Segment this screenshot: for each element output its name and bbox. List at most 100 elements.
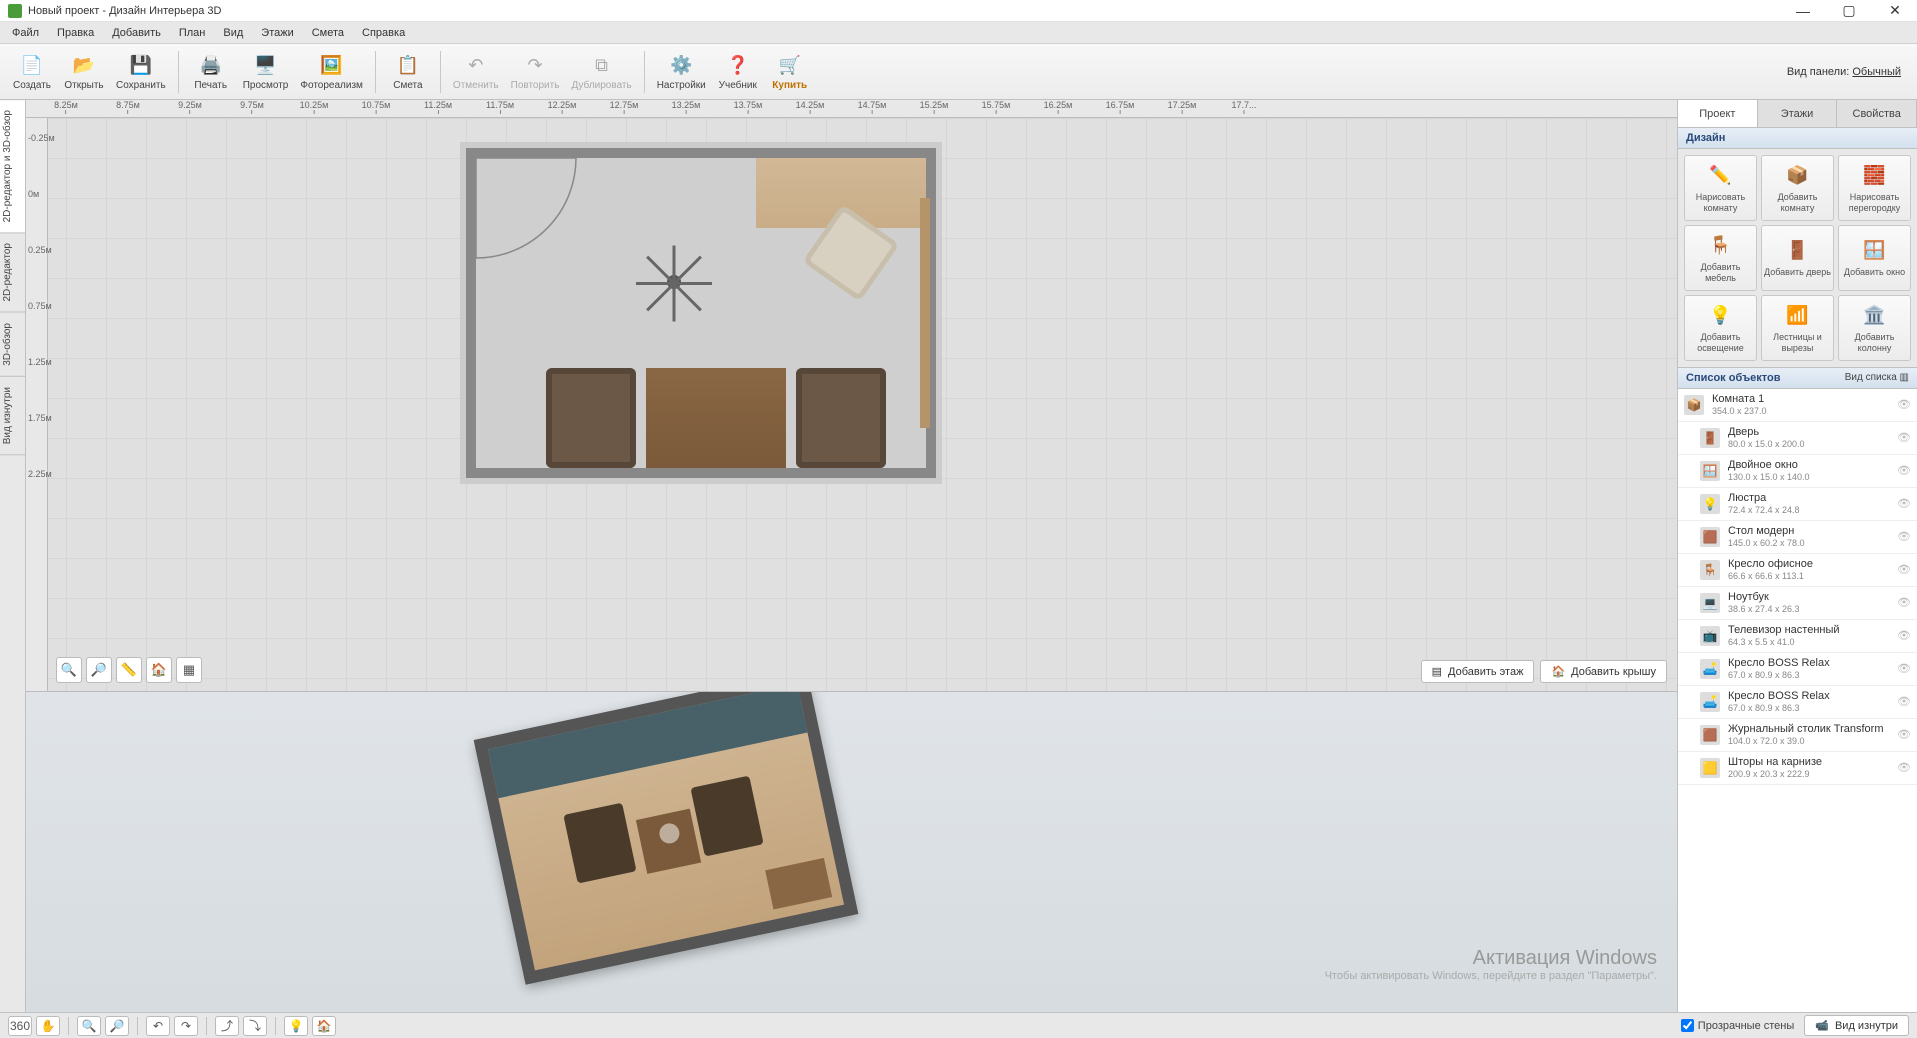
- visibility-eye-icon[interactable]: 👁: [1897, 563, 1911, 577]
- object-list-item[interactable]: 🛋️ Кресло BOSS Relax 67.0 x 80.9 x 86.3 …: [1678, 686, 1917, 719]
- close-button[interactable]: ✕: [1881, 1, 1909, 21]
- rotate-360-button[interactable]: 360: [8, 1016, 32, 1036]
- transparent-walls-checkbox[interactable]: Прозрачные стены: [1681, 1019, 1794, 1032]
- create-button[interactable]: 📄Создать: [6, 47, 58, 97]
- visibility-eye-icon[interactable]: 👁: [1897, 695, 1911, 709]
- zoom-in-3d-button[interactable]: 🔎: [105, 1016, 129, 1036]
- visibility-eye-icon[interactable]: 👁: [1897, 761, 1911, 775]
- zoom-out-button[interactable]: 🔍: [56, 657, 82, 683]
- object-list-item[interactable]: 💡 Люстра 72.4 x 72.4 x 24.8 👁: [1678, 488, 1917, 521]
- add-furniture-button[interactable]: 🪑Добавить мебель: [1684, 225, 1757, 291]
- menu-plan[interactable]: План: [171, 25, 214, 41]
- object-list-item[interactable]: 📺 Телевизор настенный 64.3 x 5.5 x 41.0 …: [1678, 620, 1917, 653]
- object-list-item[interactable]: 🛋️ Кресло BOSS Relax 67.0 x 80.9 x 86.3 …: [1678, 653, 1917, 686]
- menu-add[interactable]: Добавить: [104, 25, 169, 41]
- redo-button[interactable]: ↷Повторить: [505, 47, 566, 97]
- add-column-button[interactable]: 🏛️Добавить колонну: [1838, 295, 1911, 361]
- vtab-2d[interactable]: 2D-редактор: [0, 233, 25, 313]
- duplicate-button[interactable]: ⧉Дублировать: [565, 47, 637, 97]
- vtab-2d3d[interactable]: 2D-редактор и 3D-обзор: [0, 100, 25, 233]
- menu-view[interactable]: Вид: [215, 25, 251, 41]
- visibility-eye-icon[interactable]: 👁: [1897, 728, 1911, 742]
- object-list-item[interactable]: 🚪 Дверь 80.0 x 15.0 x 200.0 👁: [1678, 422, 1917, 455]
- panel-mode-link[interactable]: Обычный: [1852, 66, 1901, 78]
- tab-project[interactable]: Проект: [1678, 100, 1758, 127]
- object-list-item[interactable]: 🟫 Журнальный столик Transform 104.0 x 72…: [1678, 719, 1917, 752]
- visibility-eye-icon[interactable]: 👁: [1897, 431, 1911, 445]
- chandelier[interactable]: [634, 242, 714, 322]
- view2d-tools: 🔍 🔎 📏 🏠 ▦: [56, 657, 202, 683]
- visibility-eye-icon[interactable]: 👁: [1897, 662, 1911, 676]
- vtab-3d[interactable]: 3D-обзор: [0, 313, 25, 377]
- textbook-button[interactable]: ❓Учебник: [712, 47, 764, 97]
- draw-room-button[interactable]: ✏️Нарисовать комнату: [1684, 155, 1757, 221]
- draw-partition-button[interactable]: 🧱Нарисовать перегородку: [1838, 155, 1911, 221]
- object-list-item[interactable]: 🪟 Двойное окно 130.0 x 15.0 x 140.0 👁: [1678, 455, 1917, 488]
- add-room-button[interactable]: 📦Добавить комнату: [1761, 155, 1834, 221]
- rotate-ccw-button[interactable]: ↶: [146, 1016, 170, 1036]
- folder-open-icon: 📂: [71, 52, 97, 78]
- estimate-button[interactable]: 📋Смета: [382, 47, 434, 97]
- menu-help[interactable]: Справка: [354, 25, 413, 41]
- room-plan[interactable]: [466, 148, 936, 478]
- chair-icon: 🪑: [1708, 233, 1734, 259]
- object-list-item[interactable]: 🪑 Кресло офисное 66.6 x 66.6 x 113.1 👁: [1678, 554, 1917, 587]
- photorealism-button[interactable]: 🖼️Фотореализм: [294, 47, 369, 97]
- settings-button[interactable]: ⚙️Настройки: [651, 47, 712, 97]
- vtab-inside[interactable]: Вид изнутри: [0, 377, 25, 455]
- home-button[interactable]: 🏠: [146, 657, 172, 683]
- tab-properties[interactable]: Свойства: [1837, 100, 1917, 127]
- object-dimensions: 130.0 x 15.0 x 140.0: [1728, 472, 1889, 483]
- rotate-cw-button[interactable]: ↷: [174, 1016, 198, 1036]
- visibility-eye-icon[interactable]: 👁: [1897, 530, 1911, 544]
- ruler-v-tick: 0.75м: [28, 301, 52, 311]
- add-window-button[interactable]: 🪟Добавить окно: [1838, 225, 1911, 291]
- visibility-eye-icon[interactable]: 👁: [1897, 629, 1911, 643]
- tilt-up-button[interactable]: ⤴: [215, 1016, 239, 1036]
- inside-view-button[interactable]: 📹Вид изнутри: [1804, 1015, 1909, 1036]
- visibility-eye-icon[interactable]: 👁: [1897, 398, 1911, 412]
- tilt-down-button[interactable]: ⤵: [243, 1016, 267, 1036]
- object-list-item[interactable]: 🟨 Шторы на карнизе 200.9 x 20.3 x 222.9 …: [1678, 752, 1917, 785]
- open-button[interactable]: 📂Открыть: [58, 47, 110, 97]
- view-3d[interactable]: Активация Windows Чтобы активировать Win…: [26, 692, 1677, 1012]
- preview-button[interactable]: 🖥️Просмотр: [237, 47, 295, 97]
- minimize-button[interactable]: —: [1789, 1, 1817, 21]
- add-lighting-button[interactable]: 💡Добавить освещение: [1684, 295, 1757, 361]
- armchair-right[interactable]: [796, 368, 886, 468]
- home-3d-button[interactable]: 🏠: [312, 1016, 336, 1036]
- menu-edit[interactable]: Правка: [49, 25, 102, 41]
- save-button[interactable]: 💾Сохранить: [110, 47, 172, 97]
- titlebar: Новый проект - Дизайн Интерьера 3D — ▢ ✕: [0, 0, 1917, 22]
- tab-floors[interactable]: Этажи: [1758, 100, 1838, 127]
- view-2d[interactable]: -0.25м0м0.25м0.75м1.25м1.75м2.25м: [26, 118, 1677, 692]
- list-view-toggle[interactable]: Вид списка ▥: [1845, 372, 1909, 384]
- armchair-left[interactable]: [546, 368, 636, 468]
- maximize-button[interactable]: ▢: [1835, 1, 1863, 21]
- visibility-eye-icon[interactable]: 👁: [1897, 596, 1911, 610]
- add-roof-button[interactable]: 🏠Добавить крышу: [1540, 660, 1667, 683]
- light-button[interactable]: 💡: [284, 1016, 308, 1036]
- measure-button[interactable]: 📏: [116, 657, 142, 683]
- menu-file[interactable]: Файл: [4, 25, 47, 41]
- object-list-item[interactable]: 📦 Комната 1 354.0 x 237.0 👁: [1678, 389, 1917, 422]
- add-door-button[interactable]: 🚪Добавить дверь: [1761, 225, 1834, 291]
- preview-3d-room[interactable]: [474, 692, 859, 985]
- object-name: Люстра: [1728, 492, 1889, 505]
- zoom-in-button[interactable]: 🔎: [86, 657, 112, 683]
- pan-button[interactable]: ✋: [36, 1016, 60, 1036]
- visibility-eye-icon[interactable]: 👁: [1897, 464, 1911, 478]
- print-button[interactable]: 🖨️Печать: [185, 47, 237, 97]
- grid-button[interactable]: ▦: [176, 657, 202, 683]
- visibility-eye-icon[interactable]: 👁: [1897, 497, 1911, 511]
- zoom-out-3d-button[interactable]: 🔍: [77, 1016, 101, 1036]
- undo-button[interactable]: ↶Отменить: [447, 47, 505, 97]
- add-floor-button[interactable]: ▤Добавить этаж: [1421, 660, 1535, 683]
- menu-floors[interactable]: Этажи: [253, 25, 301, 41]
- coffee-table[interactable]: [646, 368, 786, 468]
- object-list-item[interactable]: 🟫 Стол модерн 145.0 x 60.2 x 78.0 👁: [1678, 521, 1917, 554]
- object-list-item[interactable]: 💻 Ноутбук 38.6 x 27.4 x 26.3 👁: [1678, 587, 1917, 620]
- stairs-button[interactable]: 📶Лестницы и вырезы: [1761, 295, 1834, 361]
- menu-estimate[interactable]: Смета: [304, 25, 352, 41]
- buy-button[interactable]: 🛒Купить: [764, 47, 816, 97]
